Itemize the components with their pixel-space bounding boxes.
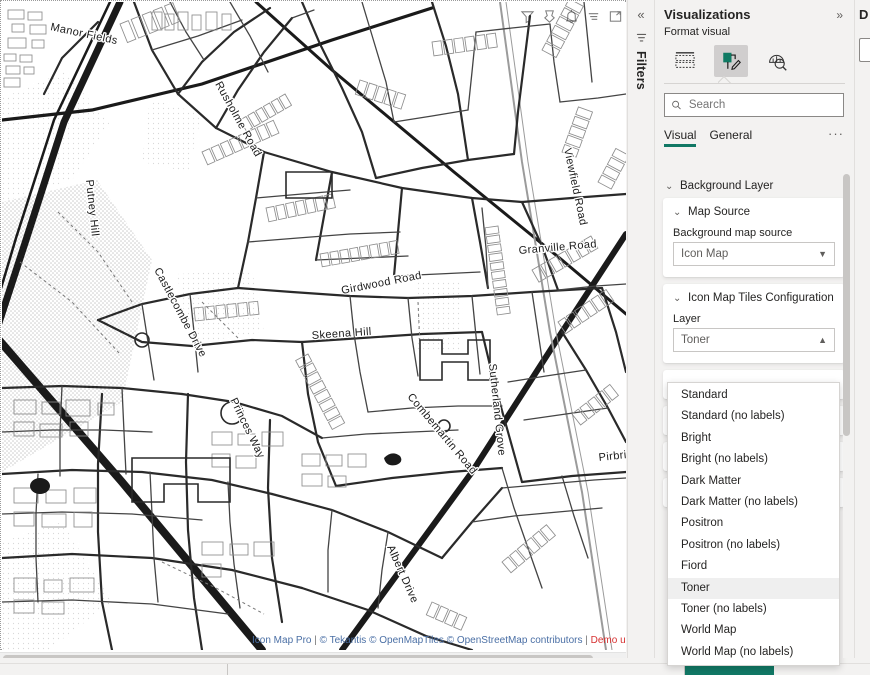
page-tab-1[interactable] (0, 664, 228, 675)
tab-general-label: General (709, 128, 753, 142)
section-background-layer[interactable]: ⌄ Background Layer (655, 172, 853, 198)
double-chevron-right-icon[interactable]: » (836, 8, 843, 22)
report-canvas: Manor Fields Rusholme Road Putney Hill Cast… (0, 0, 626, 658)
search-icon (672, 100, 681, 110)
layer-option[interactable]: Positron (668, 513, 839, 534)
visual-header-toolbar[interactable] (520, 5, 623, 27)
format-visual-label: Format visual (664, 26, 731, 38)
selected-tab-caret (718, 76, 732, 83)
double-chevron-left-icon[interactable]: « (637, 8, 644, 21)
table-fields-icon (675, 52, 695, 68)
search-input[interactable] (686, 98, 837, 112)
format-pane-divider (664, 76, 845, 84)
map-attribution[interactable]: Icon Map Pro | © Tekantis © OpenMapTiles… (252, 635, 626, 646)
layer-option[interactable]: World Map (no labels) (668, 642, 839, 663)
attribution-openmaptiles: © OpenMapTiles (369, 635, 444, 646)
card-map-source-title: Map Source (688, 206, 751, 218)
card-icon-map-tiles-configuration: ⌄ Icon Map Tiles Configuration Layer Ton… (663, 284, 845, 363)
layer-selected-value: Toner (681, 334, 710, 346)
layer-option[interactable]: Standard (668, 385, 839, 406)
layer-label: Layer (673, 313, 701, 325)
alert-bell-icon[interactable] (564, 9, 579, 24)
more-options-icon[interactable] (586, 9, 601, 24)
layer-option[interactable]: Fiord (668, 556, 839, 577)
attribution-osm: © OpenStreetMap contributors (446, 635, 583, 646)
analytics-magnifier-icon (768, 54, 787, 71)
tab-visual[interactable]: Visual (664, 128, 697, 147)
card-map-source: ⌄ Map Source Background map source Icon … (663, 198, 845, 277)
canvas-horizontal-scrollbar[interactable] (0, 652, 626, 658)
data-pane-search-input[interactable] (859, 38, 870, 62)
attribution-sep-2: | (585, 635, 588, 646)
background-map-source-value: Icon Map (681, 248, 729, 260)
map-visual-container[interactable]: Manor Fields Rusholme Road Putney Hill Cast… (0, 0, 626, 650)
layer-dropdown-list[interactable]: Standard Standard (no labels) Bright Bright… (667, 382, 840, 667)
page-tab-2[interactable] (228, 664, 685, 675)
filters-pane-label: Filters (634, 51, 648, 90)
attribution-tekantis: © Tekantis (319, 635, 367, 646)
attribution-product: Icon Map Pro (252, 635, 312, 646)
comment-pin-icon[interactable] (542, 9, 557, 24)
layer-option[interactable]: Toner (668, 577, 839, 599)
visualizations-pane-header: Visualizations » (655, 0, 853, 26)
card-icon-map-tiles-header[interactable]: ⌄ Icon Map Tiles Configuration (673, 292, 835, 304)
layer-option[interactable]: Positron (no labels) (668, 535, 839, 556)
data-pane-title: D (859, 7, 869, 22)
layer-option[interactable]: World Map (668, 620, 839, 641)
layer-option[interactable]: Toner (no labels) (668, 599, 839, 620)
focus-mode-icon[interactable] (608, 9, 623, 24)
paint-roller-icon (722, 52, 741, 70)
chevron-down-icon: ⌄ (673, 292, 682, 304)
section-background-layer-label: Background Layer (680, 180, 774, 192)
format-visual-button-group (655, 41, 853, 79)
layer-option[interactable]: Bright (668, 428, 839, 449)
tabs-overflow-icon[interactable]: ··· (828, 126, 844, 141)
analytics-button[interactable] (760, 45, 794, 77)
scrollbar-thumb[interactable] (3, 655, 593, 658)
format-pane-vertical-scrollbar[interactable] (843, 172, 850, 658)
chevron-down-icon: ▼ (818, 249, 827, 259)
format-tabs: Visual General ··· (655, 117, 853, 147)
layer-option[interactable]: Standard (no labels) (668, 406, 839, 427)
card-map-source-header[interactable]: ⌄ Map Source (673, 206, 835, 218)
chevron-up-icon: ▲ (818, 335, 827, 345)
layer-option[interactable]: Dark Matter (no labels) (668, 492, 839, 513)
card-icon-map-tiles-title: Icon Map Tiles Configuration (688, 292, 834, 304)
background-map-source-dropdown[interactable]: Icon Map ▼ (673, 242, 835, 266)
chevron-down-icon: ⌄ (665, 180, 674, 192)
filter-icon[interactable] (635, 32, 648, 45)
search-input-wrapper[interactable] (664, 93, 844, 117)
build-visual-button[interactable] (668, 45, 702, 77)
map-viewport[interactable]: Manor Fields Rusholme Road Putney Hill Cast… (2, 2, 626, 650)
tab-general[interactable]: General (709, 128, 752, 147)
layer-option[interactable]: Dark Matter (668, 471, 839, 492)
visualizations-pane-title: Visualizations (664, 7, 751, 22)
attribution-sep-1: | (314, 635, 317, 646)
filter-icon[interactable] (520, 9, 535, 24)
layer-dropdown-button[interactable]: Toner ▲ (673, 328, 835, 352)
background-map-source-label: Background map source (673, 227, 793, 239)
data-pane-collapsed[interactable]: D (854, 0, 870, 658)
chevron-down-icon: ⌄ (673, 206, 682, 218)
filters-pane-collapsed[interactable]: « Filters (627, 0, 654, 658)
format-visual-button[interactable] (714, 45, 748, 77)
tab-visual-label: Visual (664, 128, 697, 142)
layer-option[interactable]: Bright (no labels) (668, 449, 839, 470)
toner-map-render: Manor FieldsRusholme RoadPutney HillCast… (2, 2, 626, 650)
scrollbar-thumb[interactable] (843, 174, 850, 436)
attribution-demo-notice: Demo use on (590, 635, 626, 646)
